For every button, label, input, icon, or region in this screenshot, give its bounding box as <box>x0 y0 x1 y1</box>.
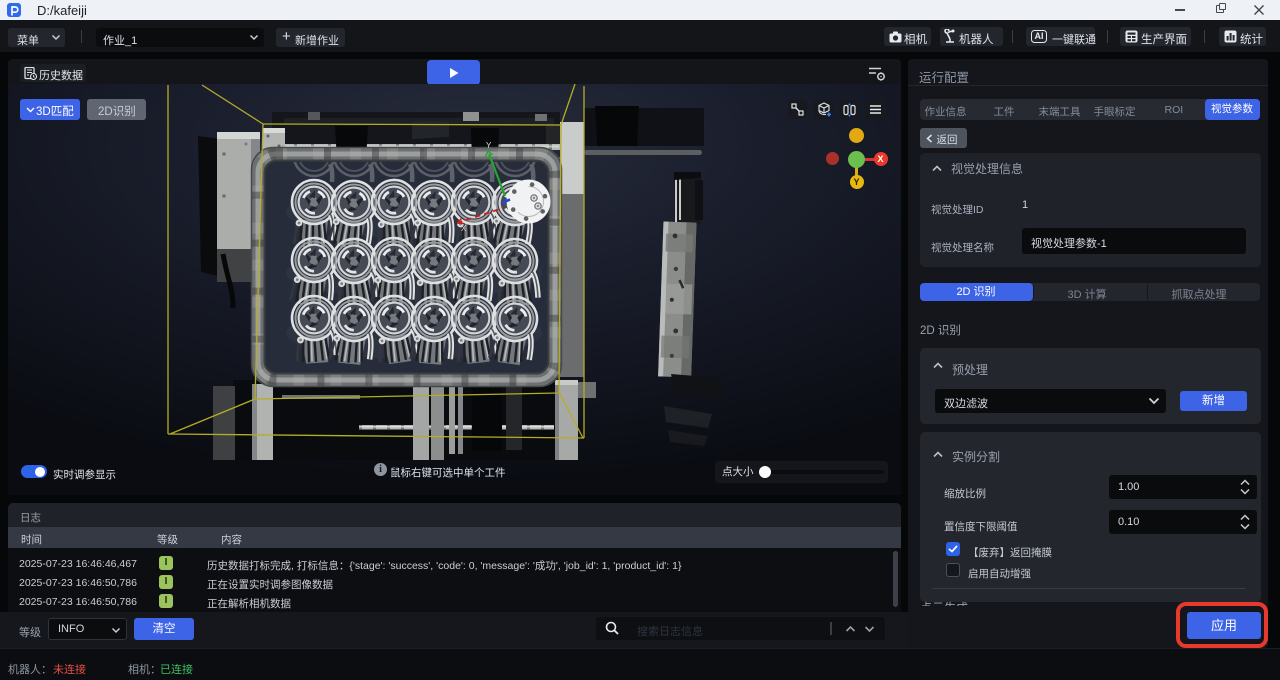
svg-text:X: X <box>461 224 467 233</box>
svg-text:Y: Y <box>486 141 492 150</box>
